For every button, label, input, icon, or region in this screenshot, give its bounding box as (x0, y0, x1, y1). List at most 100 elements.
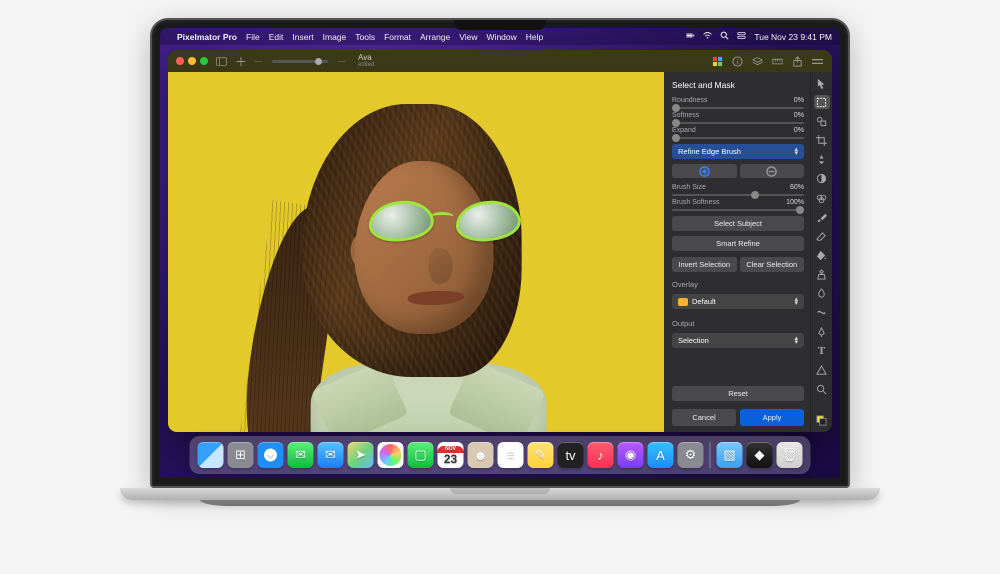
document-title: Ava (358, 53, 372, 62)
subtract-from-selection-button[interactable] (740, 164, 805, 178)
arrow-tool-icon[interactable] (814, 76, 830, 90)
menu-edit[interactable]: Edit (269, 32, 284, 42)
dock-safari-icon[interactable]: ✦ (258, 442, 284, 468)
menu-window[interactable]: Window (487, 32, 517, 42)
color-picker-icon[interactable] (710, 54, 724, 68)
select-subject-button[interactable]: Select Subject (672, 216, 804, 231)
zoom-slider[interactable] (272, 60, 328, 63)
menu-help[interactable]: Help (526, 32, 543, 42)
dock-music-icon[interactable]: ♪ (588, 442, 614, 468)
info-icon[interactable]: i (730, 54, 744, 68)
brush-size-label: Brush Size (672, 184, 778, 191)
select-and-mask-panel: Select and Mask Roundness0% Softness0% E… (664, 72, 810, 432)
pixelmator-window: ＋ — — Ava edited i (168, 50, 832, 432)
output-select[interactable]: Selection ▴▾ (672, 333, 804, 348)
clone-tool-icon[interactable] (814, 268, 830, 282)
foreground-color-swatch[interactable] (814, 414, 830, 428)
ruler-icon[interactable] (770, 54, 784, 68)
apply-button[interactable]: Apply (740, 409, 804, 426)
spotlight-icon[interactable] (720, 31, 729, 42)
roundness-value: 0% (782, 97, 804, 104)
macos-dock: ⊞ ✦ ✉ ✉ ➤ ▢ NOV23 ☻ ☰ ✎ tv ♪ ◉ A ⚙ ▧ ◆ 🗑 (190, 436, 811, 474)
softness-value: 0% (782, 112, 804, 119)
export-icon[interactable] (790, 54, 804, 68)
control-center-icon[interactable] (737, 31, 746, 42)
smart-refine-button[interactable]: Smart Refine (672, 236, 804, 251)
menu-arrange[interactable]: Arrange (420, 32, 450, 42)
view-options-icon[interactable] (810, 54, 824, 68)
menu-view[interactable]: View (459, 32, 477, 42)
brush-mode-select[interactable]: Refine Edge Brush ▴▾ (672, 144, 804, 159)
dock-downloads-icon[interactable]: ▧ (717, 442, 743, 468)
menubar-clock[interactable]: Tue Nov 23 9:41 PM (754, 32, 832, 42)
dock-pixelmator-icon[interactable]: ◆ (747, 442, 773, 468)
fill-tool-icon[interactable] (814, 248, 830, 262)
dock-calendar-icon[interactable]: NOV23 (438, 442, 464, 468)
softness-label: Softness (672, 112, 778, 119)
dock-launchpad-icon[interactable]: ⊞ (228, 442, 254, 468)
menu-file[interactable]: File (246, 32, 260, 42)
dock-reminders-icon[interactable]: ☰ (498, 442, 524, 468)
dock-mail-icon[interactable]: ✉ (318, 442, 344, 468)
dock-messages-icon[interactable]: ✉ (288, 442, 314, 468)
crop-tool-icon[interactable] (814, 133, 830, 147)
type-tool-icon[interactable]: T (814, 344, 830, 358)
macbook-mockup: Pixelmator Pro File Edit Insert Image To… (150, 18, 850, 518)
dock-trash-icon[interactable]: 🗑 (777, 442, 803, 468)
roundness-slider[interactable] (672, 107, 804, 109)
cancel-button[interactable]: Cancel (672, 409, 736, 426)
window-zoom-button[interactable] (200, 57, 208, 65)
softness-slider[interactable] (672, 122, 804, 124)
dock-facetime-icon[interactable]: ▢ (408, 442, 434, 468)
smudge-tool-icon[interactable] (814, 287, 830, 301)
invert-selection-button[interactable]: Invert Selection (672, 257, 737, 272)
dock-systempreferences-icon[interactable]: ⚙ (678, 442, 704, 468)
brush-tool-icon[interactable] (814, 210, 830, 224)
pen-tool-icon[interactable] (814, 325, 830, 339)
sidebar-toggle-icon[interactable] (214, 54, 228, 68)
dock-photos-icon[interactable] (378, 442, 404, 468)
add-layer-icon[interactable]: ＋ (234, 54, 248, 68)
macos-menubar: Pixelmator Pro File Edit Insert Image To… (160, 28, 840, 45)
add-to-selection-button[interactable] (672, 164, 737, 178)
marquee-tool-icon[interactable] (814, 95, 830, 109)
eraser-tool-icon[interactable] (814, 229, 830, 243)
window-titlebar: ＋ — — Ava edited i (168, 50, 832, 72)
clear-selection-button[interactable]: Clear Selection (740, 257, 805, 272)
overlay-section-label: Overlay (672, 280, 804, 289)
menu-format[interactable]: Format (384, 32, 411, 42)
zoom-tool-icon[interactable] (814, 383, 830, 397)
brush-softness-slider[interactable] (672, 209, 804, 211)
dock-maps-icon[interactable]: ➤ (348, 442, 374, 468)
warp-tool-icon[interactable] (814, 306, 830, 320)
brush-softness-value: 100% (782, 199, 804, 206)
dock-appstore-icon[interactable]: A (648, 442, 674, 468)
dock-finder-icon[interactable] (198, 442, 224, 468)
wifi-icon[interactable] (703, 31, 712, 42)
battery-icon[interactable] (686, 31, 695, 42)
brush-size-slider[interactable] (672, 194, 804, 196)
adjust-tool-icon[interactable] (814, 172, 830, 186)
dock-podcasts-icon[interactable]: ◉ (618, 442, 644, 468)
menu-insert[interactable]: Insert (292, 32, 313, 42)
window-close-button[interactable] (176, 57, 184, 65)
output-section-label: Output (672, 319, 804, 328)
menu-image[interactable]: Image (323, 32, 347, 42)
menubar-appname[interactable]: Pixelmator Pro (177, 32, 237, 42)
arrange-tool-icon[interactable] (814, 114, 830, 128)
layers-icon[interactable] (750, 54, 764, 68)
editor-canvas[interactable] (168, 72, 664, 432)
roundness-label: Roundness (672, 97, 778, 104)
overlay-select[interactable]: Default ▴▾ (672, 294, 804, 309)
effects-tool-icon[interactable] (814, 191, 830, 205)
dock-separator (710, 442, 711, 468)
dock-tv-icon[interactable]: tv (558, 442, 584, 468)
dock-contacts-icon[interactable]: ☻ (468, 442, 494, 468)
expand-slider[interactable] (672, 137, 804, 139)
shortcuts-tool-icon[interactable] (814, 153, 830, 167)
window-minimize-button[interactable] (188, 57, 196, 65)
reset-button[interactable]: Reset (672, 386, 804, 401)
menu-tools[interactable]: Tools (355, 32, 375, 42)
shape-tool-icon[interactable] (814, 363, 830, 377)
dock-notes-icon[interactable]: ✎ (528, 442, 554, 468)
